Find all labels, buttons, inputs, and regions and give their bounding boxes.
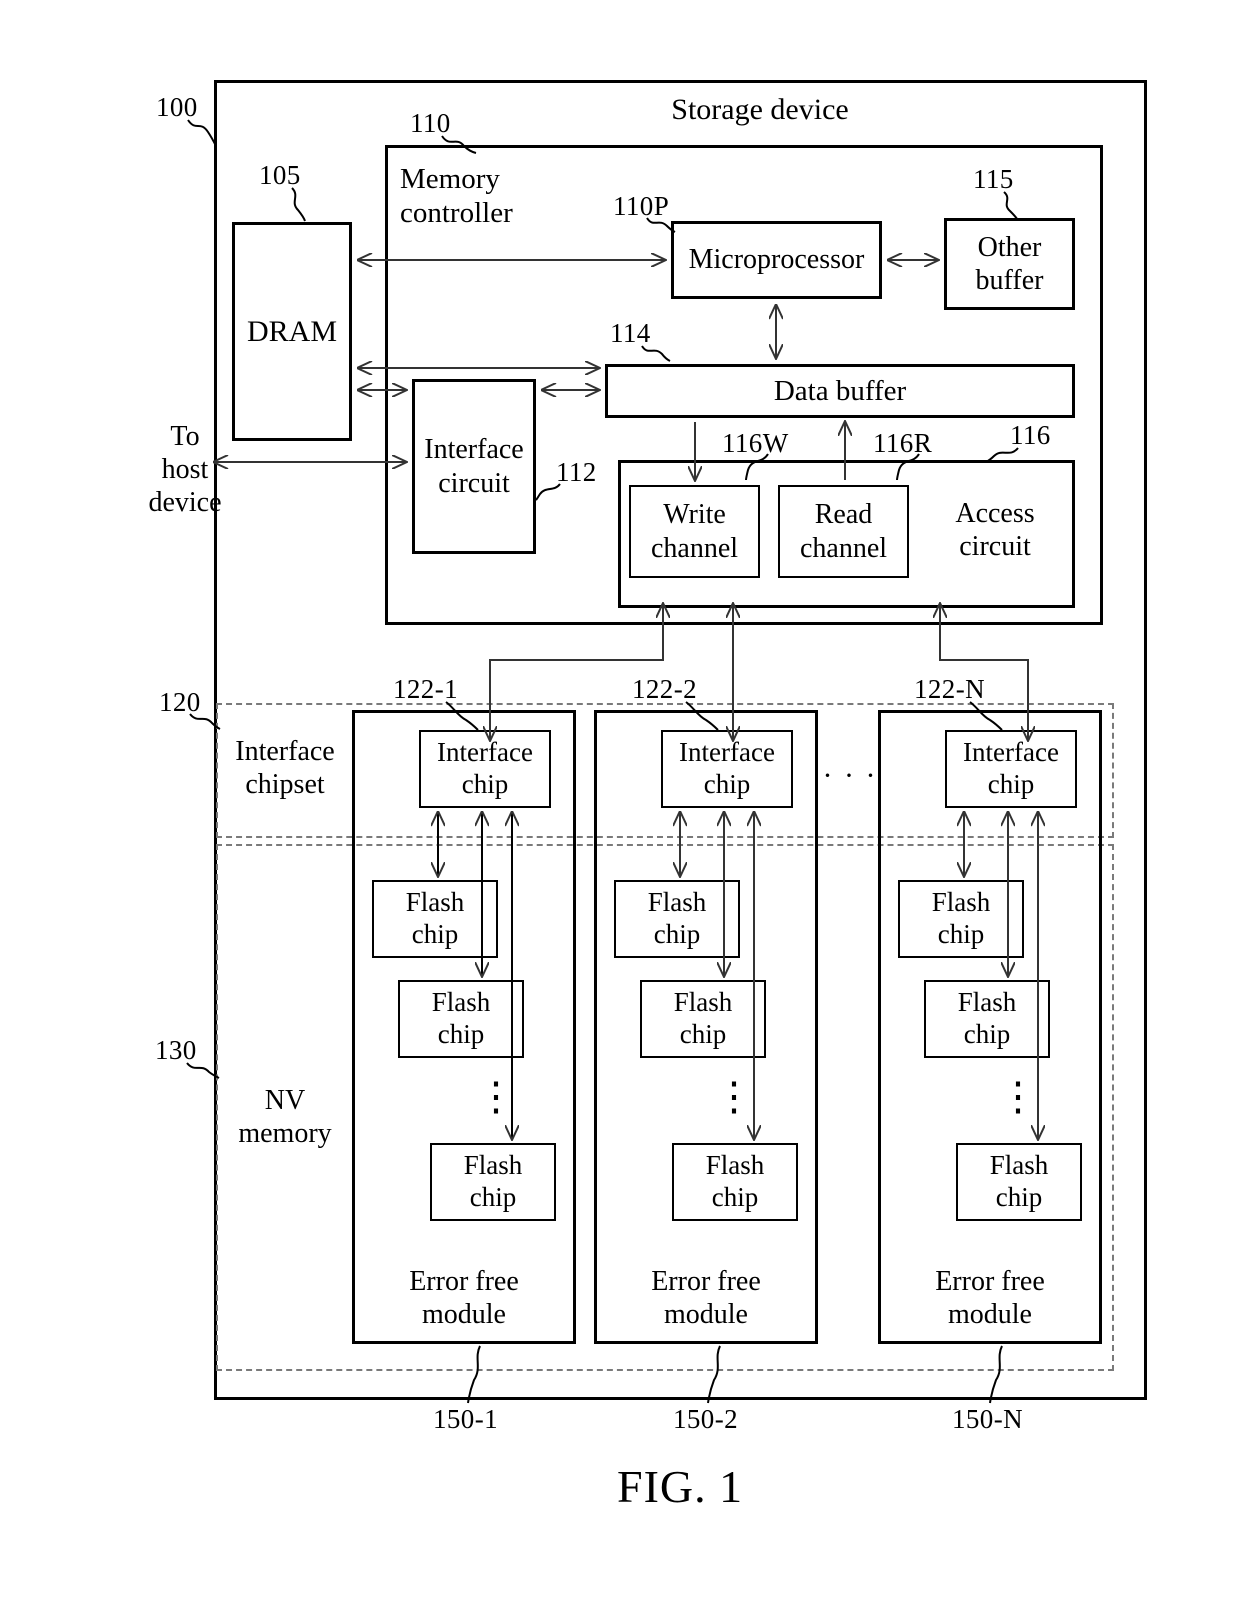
ref-150-N: 150-N [952,1404,1023,1434]
leader-112 [535,483,561,501]
flash-chip-label: Flash chip [931,887,991,949]
read-channel-label: Read channel [799,499,888,564]
flash-chip-label: Flash chip [405,887,465,949]
interface-chip-label: Interface chip [679,737,775,799]
to-host-device-label: To host device [148,421,222,519]
interface-chip-label: Interface chip [963,737,1059,799]
microprocessor-label: Microprocessor [688,244,865,276]
ref-150-2: 150-2 [673,1404,738,1434]
error-free-module-label: Error free module [651,1266,761,1331]
leader-114 [641,345,671,362]
leader-150-2 [707,1345,721,1404]
flash-chip-label: Flash chip [463,1150,523,1212]
storage-device-title: Storage device [671,93,849,126]
leader-122-2 [685,701,719,731]
leader-105 [291,187,306,222]
error-free-module-label: Error free module [935,1266,1045,1331]
ref-112: 112 [556,457,597,487]
leader-130 [186,1062,220,1079]
interface-chipset-label: Interface chipset [235,736,335,801]
leader-116 [985,447,1019,463]
leader-100 [187,119,217,147]
figure-page: Storage device 100 Memory controller 110… [0,0,1240,1601]
ref-150-1: 150-1 [433,1404,498,1434]
leader-116R [896,453,920,481]
access-circuit-label: Access circuit [955,498,1035,563]
flash-chip-label: Flash chip [989,1150,1049,1212]
data-buffer-label: Data buffer [773,374,907,407]
leader-122-1 [445,701,479,731]
vertical-ellipsis: ⋮ [998,1074,1038,1119]
flash-chip-label: Flash chip [957,987,1017,1049]
dram-label: DRAM [246,314,337,348]
leader-115 [1003,191,1018,220]
leader-150-N [989,1345,1003,1404]
flash-chip-label: Flash chip [431,987,491,1049]
leader-116W [745,453,769,481]
leader-110P [646,217,676,233]
write-channel-label: Write channel [650,499,739,564]
leader-150-1 [467,1345,481,1404]
leader-110 [441,135,477,154]
leader-120 [189,713,221,730]
leader-122-N [969,701,1003,731]
flash-chip-label: Flash chip [673,987,733,1049]
other-buffer-label: Other buffer [975,231,1044,296]
vertical-ellipsis: ⋮ [714,1074,754,1119]
flash-chip-label: Flash chip [705,1150,765,1212]
interface-chip-label: Interface chip [437,737,533,799]
flash-chip-label: Flash chip [647,887,707,949]
vertical-ellipsis: ⋮ [476,1074,516,1119]
interface-circuit-label: Interface circuit [424,434,524,499]
memory-controller-label: Memory controller [400,163,513,230]
error-free-module-label: Error free module [409,1266,519,1331]
columns-ellipsis: · · · [822,759,878,792]
nv-memory-label: NV memory [238,1085,332,1150]
figure-caption: FIG. 1 [617,1461,744,1512]
